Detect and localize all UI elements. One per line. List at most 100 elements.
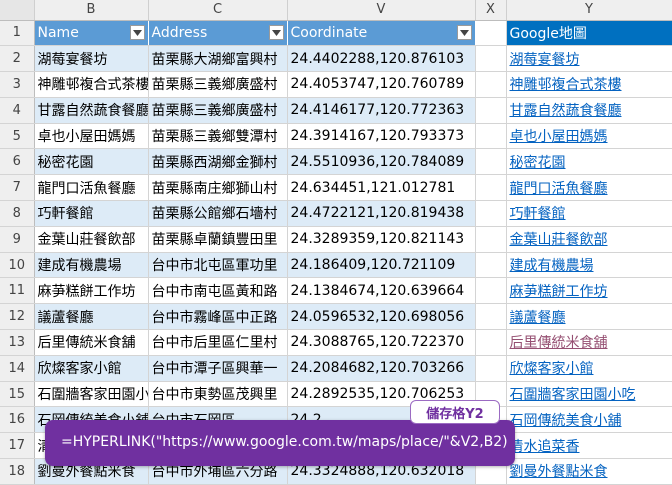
coordinate-cell[interactable]: 24.3914167,120.793373 — [287, 123, 476, 150]
row-header[interactable]: 2 — [0, 45, 35, 73]
name-cell[interactable]: 巧軒餐館 — [34, 200, 149, 227]
address-cell[interactable]: 台中市北屯區軍功里 — [148, 252, 288, 279]
coordinate-cell[interactable]: 24.3088765,120.722370 — [287, 329, 476, 356]
google-map-link[interactable]: 清水追菜香 — [510, 439, 580, 455]
column-header-y[interactable]: Y — [506, 0, 672, 21]
empty-cell[interactable] — [475, 303, 507, 331]
map-link-cell[interactable]: 龍門口活魚餐廳 — [506, 174, 672, 202]
row-header[interactable]: 17 — [0, 432, 35, 460]
name-cell[interactable]: 后里傳統米食舖 — [34, 329, 149, 356]
google-map-link[interactable]: 巧軒餐館 — [510, 206, 566, 222]
address-cell[interactable]: 台中市南屯區黃和路 — [148, 277, 288, 305]
address-cell[interactable]: 苗栗縣三義鄉廣盛村 — [148, 97, 288, 124]
address-cell[interactable]: 苗栗縣西湖鄉金獅村 — [148, 148, 288, 176]
map-link-cell[interactable]: 金葉山莊餐飲部 — [506, 226, 672, 253]
select-all-corner[interactable] — [0, 0, 35, 21]
name-cell[interactable]: 金葉山莊餐飲部 — [34, 226, 149, 253]
row-header[interactable]: 18 — [0, 458, 35, 485]
google-map-link[interactable]: 劉曼外餐點米食 — [510, 464, 608, 480]
name-cell[interactable]: 欣燦客家小館 — [34, 355, 149, 382]
map-link-cell[interactable]: 神雕邨複合式茶樓 — [506, 71, 672, 98]
map-link-cell[interactable]: 后里傳統米食舖 — [506, 329, 672, 356]
coordinate-cell[interactable]: 24.634451,121.012781 — [287, 174, 476, 202]
map-link-cell[interactable]: 清水追菜香 — [506, 432, 672, 460]
header-address-cell[interactable]: Address — [148, 20, 288, 47]
map-link-cell[interactable]: 建成有機農場 — [506, 252, 672, 279]
row-header[interactable]: 16 — [0, 406, 35, 434]
map-link-cell[interactable]: 議蘆餐廳 — [506, 303, 672, 331]
address-cell[interactable]: 台中市潭子區興華一 — [148, 355, 288, 382]
address-cell[interactable]: 苗栗縣公館鄉石墻村 — [148, 200, 288, 227]
row-header[interactable]: 15 — [0, 381, 35, 408]
empty-cell[interactable] — [475, 355, 507, 382]
coordinate-cell[interactable]: 24.186409,120.721109 — [287, 252, 476, 279]
name-cell[interactable]: 石圍牆客家田園小吃 — [34, 381, 149, 408]
row-header[interactable]: 9 — [0, 226, 35, 253]
google-map-link[interactable]: 石圍牆客家田園小吃 — [510, 387, 636, 403]
empty-cell[interactable] — [475, 277, 507, 305]
google-map-link[interactable]: 金葉山莊餐飲部 — [510, 232, 608, 248]
google-map-link[interactable]: 甘露自然蔬食餐廳 — [510, 103, 622, 119]
row-header[interactable]: 10 — [0, 252, 35, 279]
map-link-cell[interactable]: 甘露自然蔬食餐廳 — [506, 97, 672, 124]
map-link-cell[interactable]: 秘密花園 — [506, 148, 672, 176]
name-cell[interactable]: 甘露自然蔬食餐廳 — [34, 97, 149, 124]
google-map-link[interactable]: 石岡傳統美食小舖 — [510, 413, 622, 429]
row-header[interactable]: 6 — [0, 148, 35, 176]
name-cell[interactable]: 麻芛糕餅工作坊 — [34, 277, 149, 305]
google-map-link[interactable]: 議蘆餐廳 — [510, 310, 566, 326]
row-header[interactable]: 11 — [0, 277, 35, 305]
address-cell[interactable]: 台中市后里區仁里村 — [148, 329, 288, 356]
coordinate-cell[interactable]: 24.4053747,120.760789 — [287, 71, 476, 98]
name-cell[interactable]: 議蘆餐廳 — [34, 303, 149, 331]
empty-cell[interactable] — [475, 71, 507, 98]
column-header-c[interactable]: C — [148, 0, 288, 21]
map-link-cell[interactable]: 巧軒餐館 — [506, 200, 672, 227]
row-header[interactable]: 5 — [0, 123, 35, 150]
empty-cell[interactable] — [475, 226, 507, 253]
address-cell[interactable]: 苗栗縣三義鄉雙潭村 — [148, 123, 288, 150]
empty-cell[interactable] — [475, 252, 507, 279]
column-header-b[interactable]: B — [34, 0, 149, 21]
name-cell[interactable]: 建成有機農場 — [34, 252, 149, 279]
empty-cell[interactable] — [475, 97, 507, 124]
google-map-link[interactable]: 龍門口活魚餐廳 — [510, 181, 608, 197]
row-header[interactable]: 13 — [0, 329, 35, 356]
google-map-link[interactable]: 麻芛糕餅工作坊 — [510, 284, 608, 300]
column-header-x[interactable]: X — [475, 0, 507, 21]
coordinate-cell[interactable]: 24.4402288,120.876103 — [287, 45, 476, 73]
filter-dropdown-icon[interactable] — [456, 25, 472, 41]
address-cell[interactable]: 苗栗縣大湖鄉富興村 — [148, 45, 288, 73]
row-header[interactable]: 4 — [0, 97, 35, 124]
name-cell[interactable]: 卓也小屋田媽媽 — [34, 123, 149, 150]
header-name-cell[interactable]: Name — [34, 20, 149, 47]
empty-cell[interactable] — [475, 200, 507, 227]
coordinate-cell[interactable]: 24.5510936,120.784089 — [287, 148, 476, 176]
row-header[interactable]: 1 — [0, 20, 35, 47]
address-cell[interactable]: 苗栗縣南庄鄉獅山村 — [148, 174, 288, 202]
row-header[interactable]: 14 — [0, 355, 35, 382]
column-header-v[interactable]: V — [287, 0, 476, 21]
name-cell[interactable]: 神雕邨複合式茶樓 — [34, 71, 149, 98]
coordinate-cell[interactable]: 24.3289359,120.821143 — [287, 226, 476, 253]
name-cell[interactable]: 龍門口活魚餐廳 — [34, 174, 149, 202]
address-cell[interactable]: 苗栗縣卓蘭鎮豐田里 — [148, 226, 288, 253]
header-coordinate-cell[interactable]: Coordinate — [287, 20, 476, 47]
coordinate-cell[interactable]: 24.1384674,120.639664 — [287, 277, 476, 305]
coordinate-cell[interactable]: 24.0596532,120.698056 — [287, 303, 476, 331]
map-link-cell[interactable]: 石岡傳統美食小舖 — [506, 406, 672, 434]
map-link-cell[interactable]: 欣燦客家小館 — [506, 355, 672, 382]
map-link-cell[interactable]: 麻芛糕餅工作坊 — [506, 277, 672, 305]
row-header[interactable]: 7 — [0, 174, 35, 202]
address-cell[interactable]: 台中市東勢區茂興里 — [148, 381, 288, 408]
google-map-link[interactable]: 建成有機農場 — [510, 258, 594, 274]
row-header[interactable]: 3 — [0, 71, 35, 98]
empty-cell[interactable] — [475, 20, 507, 47]
header-map-cell[interactable]: Google地圖 — [506, 20, 672, 47]
empty-cell[interactable] — [475, 123, 507, 150]
row-header[interactable]: 12 — [0, 303, 35, 331]
empty-cell[interactable] — [475, 45, 507, 73]
google-map-link[interactable]: 欣燦客家小館 — [510, 361, 594, 377]
google-map-link[interactable]: 卓也小屋田媽媽 — [510, 129, 608, 145]
address-cell[interactable]: 台中市霧峰區中正路 — [148, 303, 288, 331]
